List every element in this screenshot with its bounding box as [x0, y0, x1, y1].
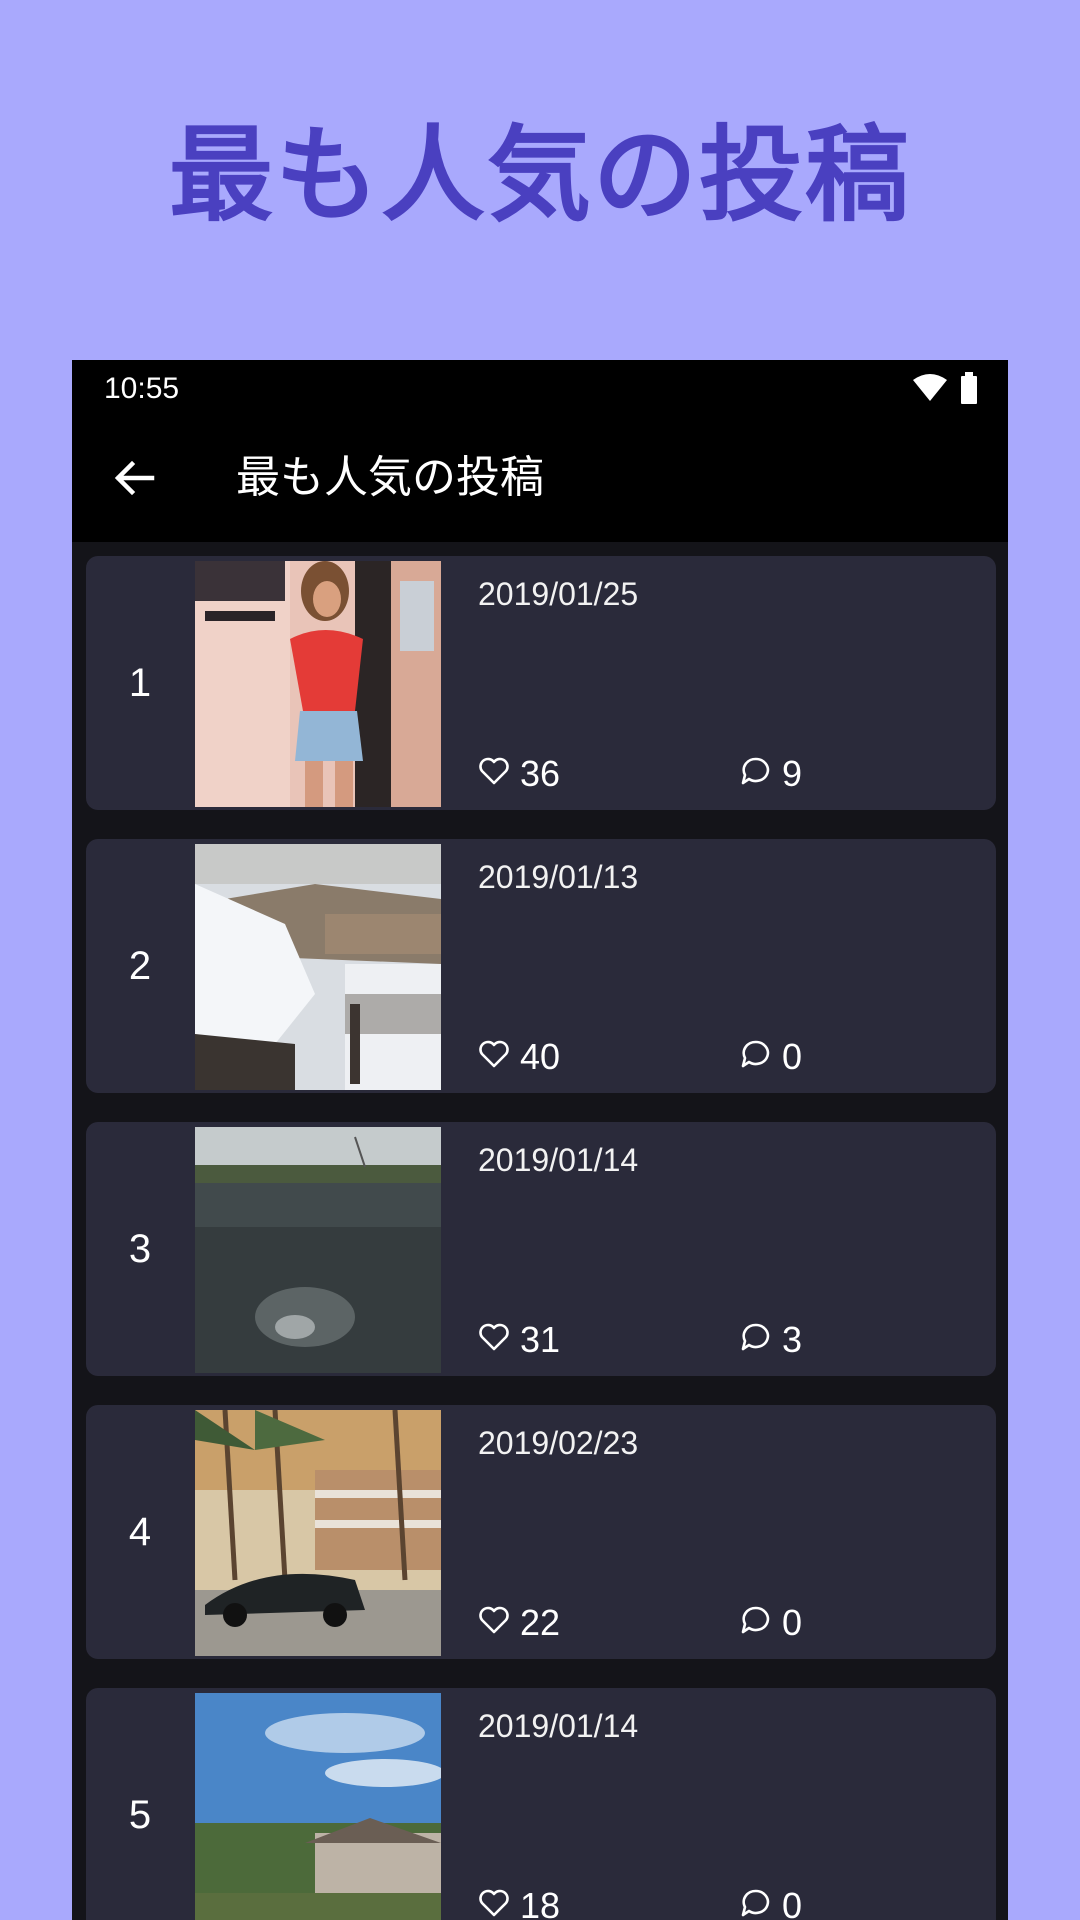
app-title: 最も人気の投稿: [236, 452, 544, 503]
heart-icon: [478, 1036, 520, 1078]
woman-red-tshirt-photo[interactable]: [195, 561, 441, 807]
comment-icon: [740, 1036, 782, 1078]
post-rank: 3: [128, 1226, 152, 1271]
post-date: 2019/01/14: [478, 1142, 639, 1178]
comments-count[interactable]: 0: [740, 1884, 802, 1920]
likes-count[interactable]: 36: [478, 752, 560, 796]
heart-icon: [478, 753, 520, 795]
comment-icon: [740, 753, 782, 795]
comments-count[interactable]: 3: [740, 1318, 802, 1362]
heart-icon: [478, 1602, 520, 1644]
blue-sky-village-photo[interactable]: [195, 1693, 441, 1920]
likes-count[interactable]: 22: [478, 1601, 560, 1645]
status-icons: [912, 372, 978, 404]
status-bar: 10:55: [72, 360, 1008, 418]
post-date: 2019/01/14: [478, 1708, 639, 1744]
back-button[interactable]: [106, 452, 162, 508]
palm-trees-car-photo[interactable]: [195, 1410, 441, 1656]
likes-count[interactable]: 40: [478, 1035, 560, 1079]
comments-value: 0: [782, 1885, 803, 1920]
comment-icon: [740, 1319, 782, 1361]
heart-icon: [478, 1885, 520, 1920]
lake-water-photo[interactable]: [195, 1127, 441, 1373]
post-date: 2019/02/23: [478, 1425, 639, 1461]
comments-count[interactable]: 0: [740, 1035, 802, 1079]
snowy-village-photo[interactable]: [195, 844, 441, 1090]
phone-screen: 10:55 最も人気の投稿 1 2019/01/25 36 9 2 2019/0…: [72, 360, 1008, 1920]
status-time: 10:55: [104, 372, 180, 405]
comments-count[interactable]: 0: [740, 1601, 802, 1645]
comments-count[interactable]: 9: [740, 752, 802, 796]
comments-value: 0: [782, 1036, 803, 1077]
post-card[interactable]: 1 2019/01/25 36 9: [86, 556, 996, 810]
likes-value: 22: [520, 1602, 561, 1643]
post-rank: 4: [128, 1509, 152, 1554]
likes-value: 40: [520, 1036, 561, 1077]
post-date: 2019/01/13: [478, 859, 639, 895]
battery-icon: [960, 372, 978, 404]
promo-title: 最も人気の投稿: [168, 114, 911, 236]
post-list[interactable]: 1 2019/01/25 36 9 2 2019/01/13 40 0 3 20…: [72, 542, 1008, 1920]
likes-count[interactable]: 18: [478, 1884, 560, 1920]
post-rank: 2: [128, 943, 152, 988]
post-card[interactable]: 5 2019/01/14 18 0: [86, 1688, 996, 1920]
post-date: 2019/01/25: [478, 576, 639, 612]
promo-banner: 最も人気の投稿 10:55 最も人気の投稿 1 2019/01/25 36 9 …: [0, 0, 1080, 1920]
comments-value: 0: [782, 1602, 803, 1643]
comment-icon: [740, 1885, 782, 1920]
comment-icon: [740, 1602, 782, 1644]
post-card[interactable]: 4 2019/02/23 22 0: [86, 1405, 996, 1659]
likes-value: 36: [520, 753, 561, 794]
comments-value: 3: [782, 1319, 803, 1360]
post-card[interactable]: 2 2019/01/13 40 0: [86, 839, 996, 1093]
heart-icon: [478, 1319, 520, 1361]
arrow-left-icon: [112, 456, 156, 504]
app-bar: 最も人気の投稿: [72, 418, 1008, 542]
post-card[interactable]: 3 2019/01/14 31 3: [86, 1122, 996, 1376]
likes-value: 18: [520, 1885, 561, 1920]
comments-value: 9: [782, 753, 803, 794]
wifi-icon: [912, 374, 952, 401]
likes-count[interactable]: 31: [478, 1318, 560, 1362]
post-rank: 5: [128, 1792, 152, 1837]
post-rank: 1: [128, 660, 152, 705]
likes-value: 31: [520, 1319, 561, 1360]
